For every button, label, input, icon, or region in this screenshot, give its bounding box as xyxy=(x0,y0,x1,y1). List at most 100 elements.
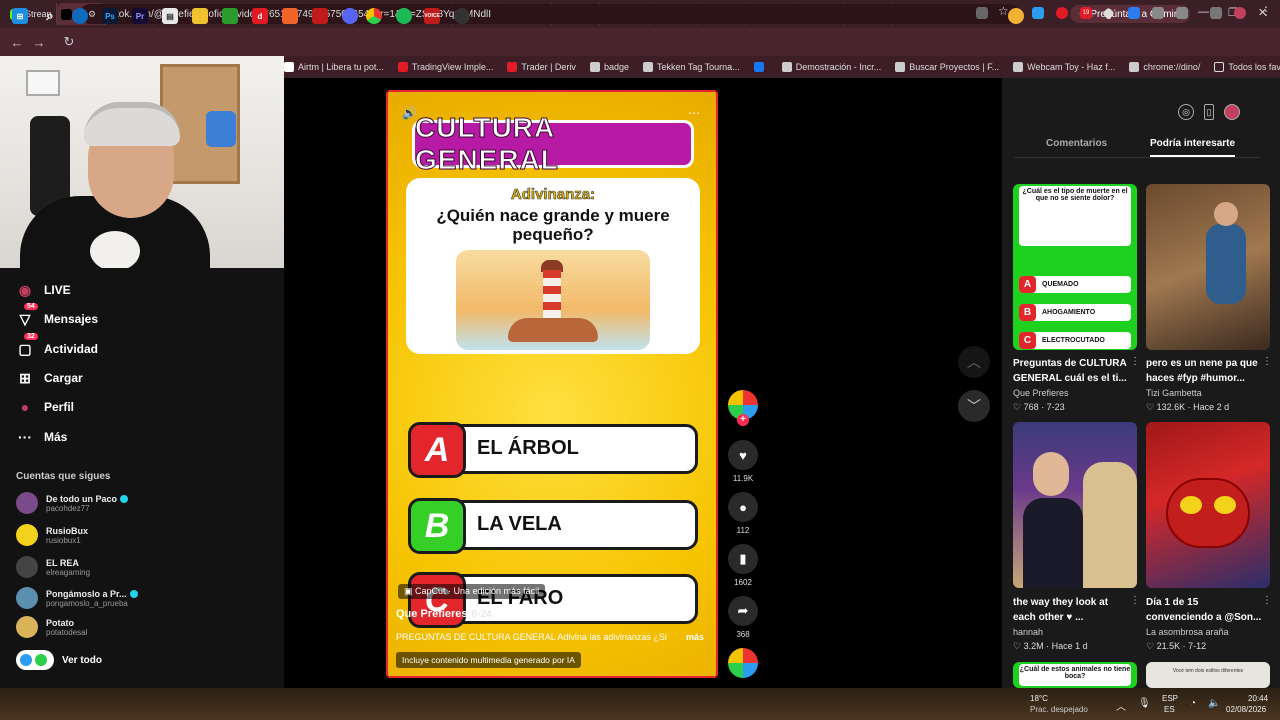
tab-recommended[interactable]: Podría interesarte xyxy=(1150,138,1236,157)
volume-tray-icon[interactable]: 🔈 xyxy=(1208,698,1220,709)
premiere-icon[interactable]: Pr xyxy=(132,8,148,24)
video-thumbnail[interactable]: ¿Cuál de estos animales no tiene boca? xyxy=(1013,662,1137,688)
microphone-icon[interactable]: 🎙 xyxy=(1138,698,1151,709)
video-thumbnail[interactable] xyxy=(1146,422,1270,588)
extension-icon[interactable] xyxy=(1152,7,1164,19)
following-account[interactable]: EL REA elreagaming xyxy=(16,556,90,578)
extensions-puzzle-icon[interactable] xyxy=(1176,7,1188,19)
video-author[interactable]: hannah xyxy=(1013,627,1043,637)
windows-start-icon[interactable]: ⊞ xyxy=(12,8,28,24)
see-all-link[interactable]: Ver todo xyxy=(16,650,102,670)
share-button[interactable]: ➦ 368 xyxy=(726,596,760,639)
minecraft-icon[interactable] xyxy=(222,8,238,24)
spotify-icon[interactable] xyxy=(396,8,412,24)
like-button[interactable]: ♥ 11.9K xyxy=(726,440,760,483)
video-caption[interactable]: Preguntas de CULTURA GENERAL cuál es el … xyxy=(1013,356,1131,386)
network-icon[interactable]: ◔ xyxy=(1190,698,1196,709)
bookmark-item[interactable]: TradingView Imple... xyxy=(397,62,493,72)
profile-avatar[interactable] xyxy=(1234,7,1246,19)
menu-icon[interactable]: ⋮ xyxy=(1260,4,1272,18)
chrome-icon[interactable] xyxy=(366,8,382,24)
forward-icon[interactable]: → xyxy=(28,35,50,50)
brave-icon[interactable] xyxy=(282,8,298,24)
site-info-icon[interactable]: ⚙ xyxy=(88,9,96,20)
creator-avatar[interactable]: + xyxy=(726,390,760,426)
app-icon[interactable] xyxy=(312,8,328,24)
edge-icon[interactable] xyxy=(72,8,88,24)
question-text: ¿Quién nace grande y muere pequeño? xyxy=(436,206,670,244)
video-author[interactable]: La asombrosa araña xyxy=(1146,627,1229,637)
extension-badge-icon[interactable]: 19 xyxy=(1080,7,1092,19)
next-video-button[interactable]: ﹀ xyxy=(958,390,990,422)
bookmark-item[interactable]: Demostración - Incr... xyxy=(781,62,881,72)
voicemod-icon[interactable]: VOICE xyxy=(424,8,440,24)
video-thumbnail[interactable] xyxy=(1146,184,1270,350)
bookmark-item[interactable]: Webcam Toy - Haz f... xyxy=(1013,62,1115,72)
back-icon[interactable]: ← xyxy=(6,35,28,50)
video-author[interactable]: Que Prefieres 6-24 xyxy=(396,608,492,620)
search-icon[interactable]: ⌕ xyxy=(42,8,58,24)
reload-icon[interactable]: ↻ xyxy=(58,34,80,50)
language-indicator[interactable]: ESP xyxy=(1162,694,1178,703)
following-account[interactable]: RusioBux rusiobux1 xyxy=(16,524,88,546)
previous-video-button[interactable]: ︿ xyxy=(958,346,990,378)
capcut-label[interactable]: ▣ CapCut · Una edición más fácil xyxy=(398,584,546,599)
video-thumbnail[interactable]: Vocé tem dois estilos diferentes xyxy=(1146,662,1270,688)
bookmark-item[interactable] xyxy=(753,62,768,72)
photoshop-icon[interactable]: Ps xyxy=(102,8,118,24)
translate-icon[interactable] xyxy=(976,7,988,19)
video-author[interactable]: Que Prefieres xyxy=(1013,388,1069,398)
follow-plus-icon[interactable]: + xyxy=(737,414,749,426)
bookmark-item[interactable]: chrome://dino/ xyxy=(1129,62,1200,72)
video-player[interactable]: 🔊 ⋯ CULTURA GENERAL Adivinanza: ¿Quién n… xyxy=(386,90,718,678)
kebab-icon[interactable]: ⋮ xyxy=(1130,595,1140,606)
video-caption[interactable]: Día 1 de 15 convenciendo a @Son... xyxy=(1146,595,1264,625)
clock-date[interactable]: 02/08/2026 xyxy=(1226,705,1266,714)
sidebar-item-actividad[interactable]: ▢ 32 Actividad xyxy=(16,333,98,358)
bookmark-item[interactable]: Tekken Tag Tourna... xyxy=(642,62,740,72)
compass-icon[interactable]: ◎ xyxy=(1178,104,1194,120)
deriv-icon[interactable]: d xyxy=(252,8,268,24)
bookmark-item[interactable]: Buscar Proyectos | F... xyxy=(895,62,999,72)
extension-icon[interactable] xyxy=(1032,7,1044,19)
url-field[interactable]: ⚙ tiktok.com/@qprefieresoficial/video/76… xyxy=(80,4,1020,24)
obs-icon[interactable] xyxy=(454,8,470,24)
tray-chevron-icon[interactable]: ︿ xyxy=(1116,698,1126,713)
sidebar-item-mensajes[interactable]: ▽ 54 Mensajes xyxy=(16,303,98,328)
video-author[interactable]: Tizi Gambetta xyxy=(1146,388,1202,398)
bookmark-item[interactable]: Airtm | Libera tu pot... xyxy=(284,62,384,72)
video-thumbnail[interactable]: ¿Cuál es el tipo de muerte en el que no … xyxy=(1013,184,1137,350)
video-thumbnail[interactable] xyxy=(1013,422,1137,588)
tab-comments[interactable]: Comentarios xyxy=(1046,138,1107,149)
reading-list-icon[interactable] xyxy=(1210,7,1222,19)
clock-time[interactable]: 20:44 xyxy=(1248,694,1268,703)
bookmark-item[interactable]: badge xyxy=(589,62,629,72)
video-caption[interactable]: pero es un nene pa que haces #fyp #humor… xyxy=(1146,356,1264,386)
more-link[interactable]: más xyxy=(686,632,704,642)
phone-icon[interactable]: ▯ xyxy=(1204,104,1214,120)
following-account[interactable]: Potato potatodesal xyxy=(16,616,87,638)
video-caption[interactable]: the way they look at each other ♥ ... xyxy=(1013,595,1131,625)
save-button[interactable]: ▮ 1602 xyxy=(726,544,760,587)
kebab-icon[interactable]: ⋮ xyxy=(1262,356,1272,367)
sidebar-item-cargar[interactable]: ⊞ Cargar xyxy=(16,369,83,387)
comment-button[interactable]: ● 112 xyxy=(726,492,760,535)
store-icon[interactable]: ▤ xyxy=(162,8,178,24)
kebab-icon[interactable]: ⋮ xyxy=(1262,595,1272,606)
extension-icon[interactable] xyxy=(1128,7,1140,19)
sidebar-item-más[interactable]: ··· Más xyxy=(16,428,67,446)
minimize-icon[interactable]: — xyxy=(1198,6,1209,18)
sidebar-item-perfil[interactable]: ● Perfil xyxy=(16,398,74,416)
all-bookmarks-folder[interactable]: Todos los favoritos xyxy=(1214,62,1280,72)
folder-icon[interactable] xyxy=(192,8,208,24)
sidebar-item-live[interactable]: ◉ LIVE xyxy=(16,281,71,299)
following-account[interactable]: Pongámoslo a Pr... pongamoslo_a_prueba xyxy=(16,587,138,609)
kebab-icon[interactable]: ⋮ xyxy=(1130,356,1140,367)
bookmark-item[interactable]: Trader | Deriv xyxy=(507,62,576,72)
extension-icon[interactable] xyxy=(1056,7,1068,19)
video-banner: CULTURA GENERAL xyxy=(412,112,694,176)
user-avatar[interactable] xyxy=(1224,104,1240,120)
following-account[interactable]: De todo un Paco pacohdez77 xyxy=(16,492,129,514)
sound-avatar[interactable] xyxy=(726,648,760,678)
discord-icon[interactable] xyxy=(342,8,358,24)
